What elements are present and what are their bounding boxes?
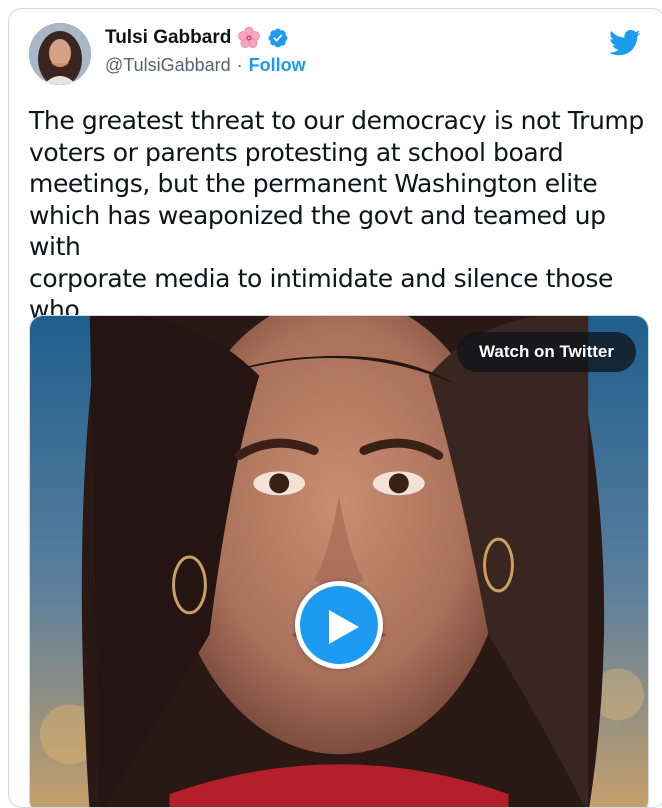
handle-row: @TulsiGabbard · Follow bbox=[105, 55, 306, 76]
author-handle[interactable]: @TulsiGabbard bbox=[105, 55, 231, 76]
play-icon bbox=[329, 610, 359, 644]
twitter-bird-icon[interactable] bbox=[609, 29, 641, 57]
separator-dot: · bbox=[236, 55, 243, 75]
author-name[interactable]: Tulsi Gabbard bbox=[105, 27, 231, 49]
play-button[interactable] bbox=[295, 581, 383, 669]
video-player[interactable]: Watch on Twitter bbox=[29, 315, 649, 807]
hibiscus-flower-icon bbox=[237, 26, 261, 50]
watch-on-twitter-button[interactable]: Watch on Twitter bbox=[456, 332, 636, 372]
name-row: Tulsi Gabbard bbox=[105, 25, 306, 51]
tweet-header: Tulsi Gabbard @TulsiGabbard · Follow bbox=[29, 23, 645, 87]
follow-button[interactable]: Follow bbox=[249, 55, 306, 76]
author-info: Tulsi Gabbard @TulsiGabbard · Follow bbox=[105, 25, 306, 76]
tweet-card: Tulsi Gabbard @TulsiGabbard · Follow The… bbox=[8, 8, 662, 808]
verified-badge-icon bbox=[267, 27, 289, 49]
avatar[interactable] bbox=[29, 23, 91, 85]
video-thumbnail bbox=[30, 316, 648, 807]
